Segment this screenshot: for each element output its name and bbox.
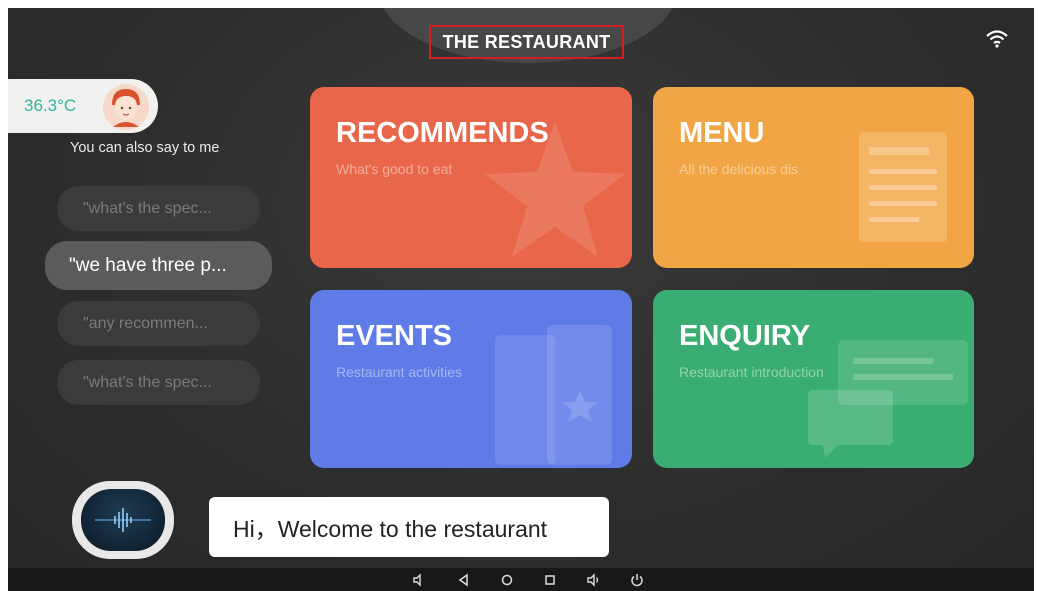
wifi-icon <box>986 30 1008 48</box>
card-title: RECOMMENDS <box>336 117 549 149</box>
card-title: MENU <box>679 117 765 149</box>
menu-document-icon <box>859 132 947 242</box>
suggestion-item[interactable]: "what's the spec... <box>57 186 260 231</box>
temperature-pill: 36.3°C <box>8 79 158 133</box>
suggestion-item[interactable]: "any recommen... <box>57 301 260 346</box>
recent-apps-icon[interactable] <box>542 572 558 588</box>
events-card[interactable]: EVENTS Restaurant activities <box>310 290 632 468</box>
chat-bubbles-icon <box>808 340 968 458</box>
soundwave-icon <box>95 508 151 532</box>
voice-visualizer <box>81 489 165 551</box>
card-subtitle: Restaurant activities <box>336 364 463 380</box>
volume-down-icon[interactable] <box>411 572 427 588</box>
volume-up-icon[interactable] <box>586 572 602 588</box>
system-nav-bar <box>8 568 1034 591</box>
suggestion-hint: You can also say to me <box>70 140 220 156</box>
enquiry-card[interactable]: ENQUIRY Restaurant introduction <box>653 290 974 468</box>
power-icon[interactable] <box>629 572 645 588</box>
temperature-reading: 36.3°C <box>24 96 77 115</box>
card-subtitle: Restaurant introduction <box>679 364 824 380</box>
card-subtitle: What's good to eat <box>336 161 453 177</box>
card-title: EVENTS <box>336 320 453 352</box>
home-icon[interactable] <box>499 572 515 588</box>
voice-assistant-button[interactable] <box>72 481 174 559</box>
assistant-message: Hi，Welcome to the restaurant <box>209 497 609 557</box>
card-subtitle: All the delicious dis <box>679 161 799 177</box>
app-screen: THE RESTAURANT 36.3°C You can also say t… <box>8 8 1034 568</box>
page-title: THE RESTAURANT <box>429 25 624 59</box>
recommends-card[interactable]: RECOMMENDS What's good to eat <box>310 87 632 268</box>
menu-card[interactable]: MENU All the delicious dis <box>653 87 974 268</box>
ticket-icon <box>495 325 612 465</box>
avatar <box>103 84 149 130</box>
suggestion-item[interactable]: "what's the spec... <box>57 360 260 405</box>
back-icon[interactable] <box>456 572 472 588</box>
card-title: ENQUIRY <box>679 320 811 352</box>
suggestion-item-active[interactable]: "we have three p... <box>45 241 272 290</box>
